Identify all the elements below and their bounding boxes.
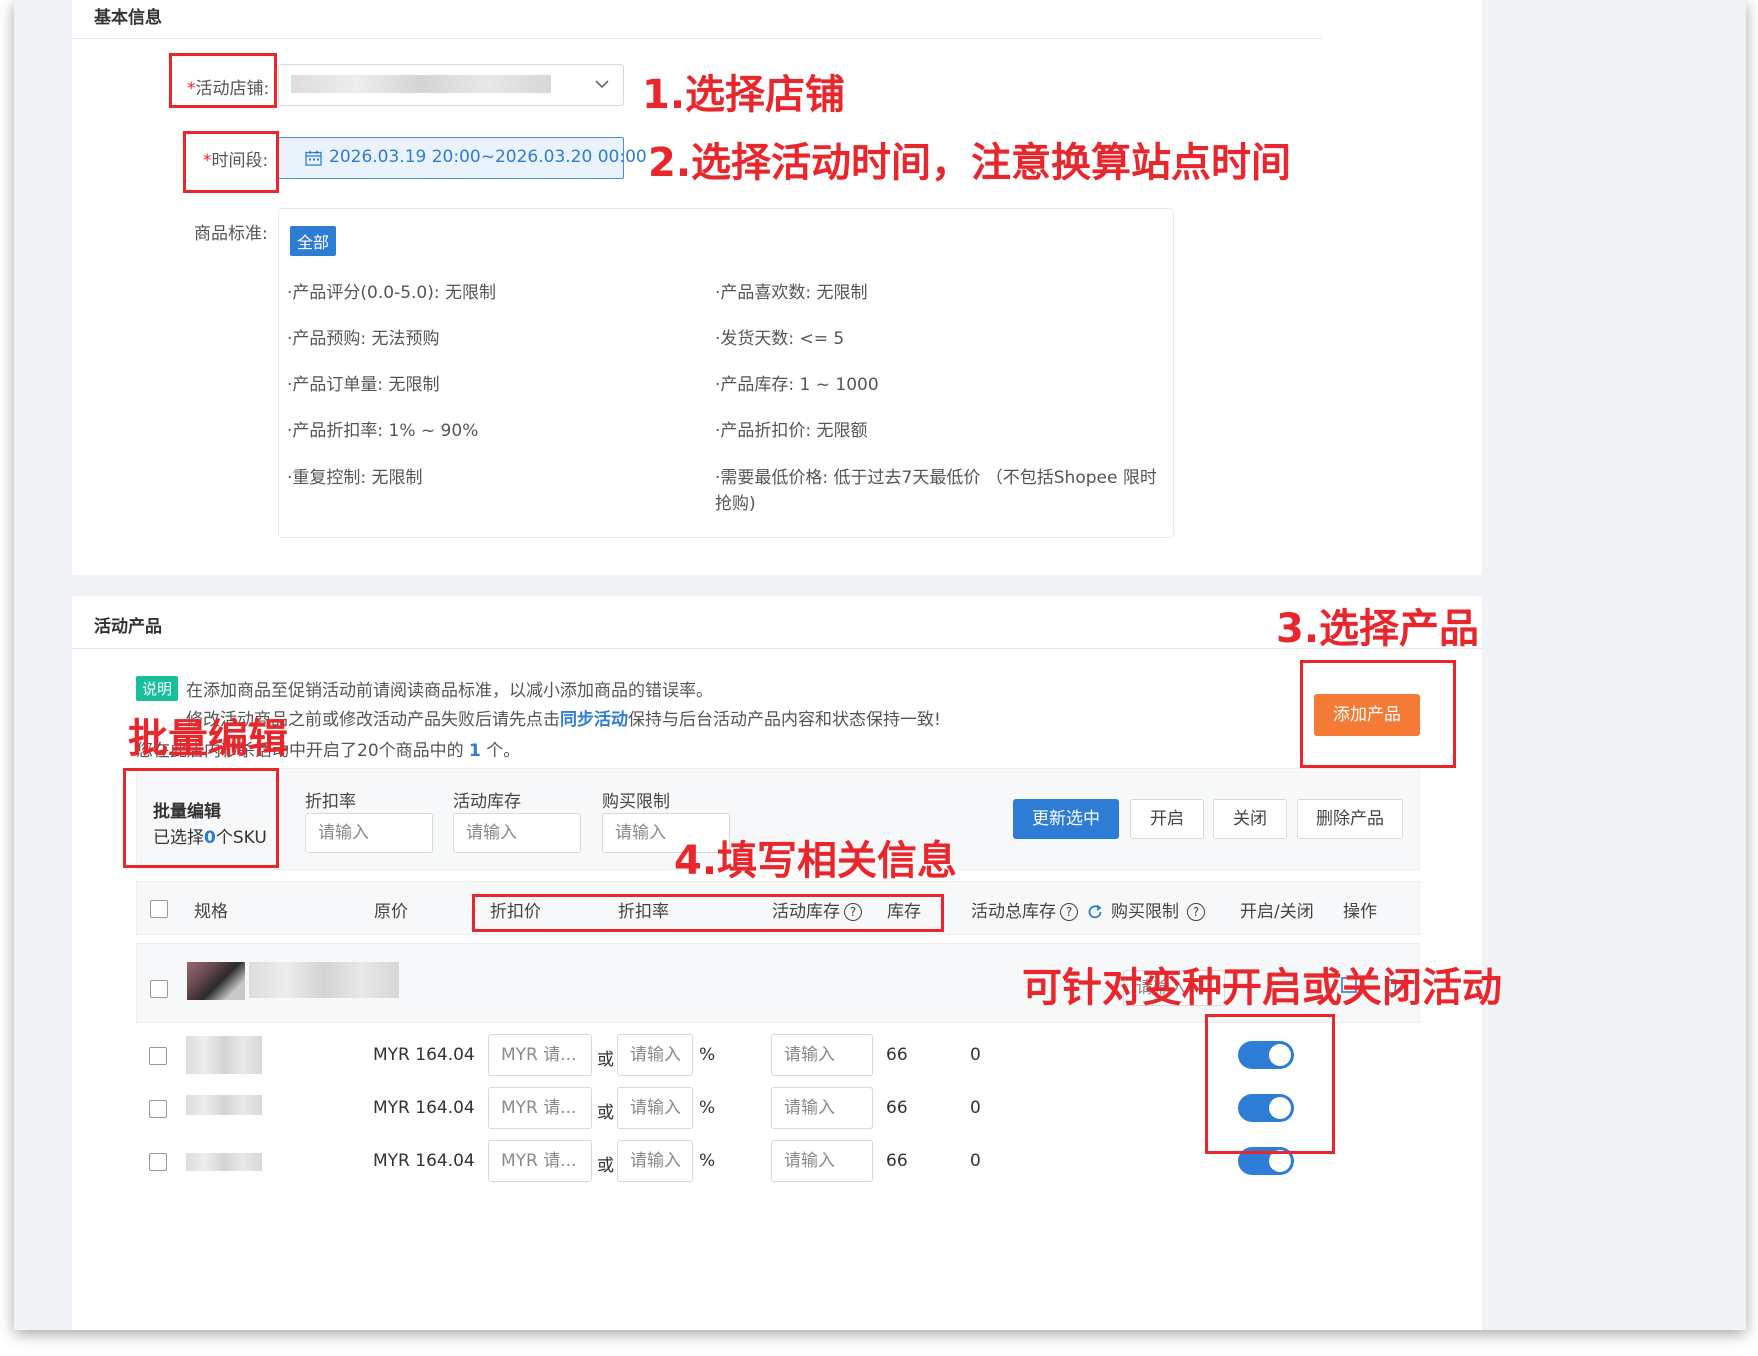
annotation-step2: 2.选择活动时间，注意换算站点时间: [648, 140, 1292, 186]
total-stock-value: 0: [970, 1045, 981, 1065]
variant-name-blurred: [186, 1036, 262, 1074]
divider: [72, 38, 1322, 39]
variant-name-blurred: [186, 1095, 262, 1115]
product-checkbox[interactable]: [150, 980, 168, 998]
th-price: 原价: [374, 902, 408, 922]
percent-text: %: [699, 1098, 716, 1118]
annotation-variant: 可针对变种开启或关闭活动: [1022, 965, 1502, 1011]
annotation-step1: 1.选择店铺: [642, 72, 846, 118]
screenshot-frame: 基本信息 *活动店铺: *时间段: 2026.03.19 20:00~2026.…: [14, 0, 1746, 1330]
standard-tag-all[interactable]: 全部: [290, 226, 337, 256]
stock-value: 66: [886, 1098, 908, 1118]
shop-name-blurred: [291, 75, 551, 93]
shop-select[interactable]: [278, 64, 624, 106]
refresh-icon[interactable]: [1087, 904, 1103, 920]
note-line-2: 修改活动商品之前或修改活动产品失败后请先点击同步活动保持与后台活动产品内容和状态…: [186, 710, 941, 730]
note-line-1: 在添加商品至促销活动前请阅读商品标准，以减小添加商品的错误率。: [186, 681, 713, 701]
date-range-value: 2026.03.19 20:00~2026.03.20 00:00: [329, 147, 647, 167]
rule-left-2: ·产品预购: 无法预购: [287, 329, 440, 349]
batch-limit-label: 购买限制: [602, 792, 670, 812]
annotation-batch-edit: 批量编辑: [128, 716, 288, 762]
th-toggle: 开启/关闭: [1240, 902, 1314, 922]
annotation-step4: 4.填写相关信息: [674, 838, 958, 884]
sync-activity-link[interactable]: 同步活动: [560, 710, 628, 730]
rule-left-4: ·产品折扣率: 1% ~ 90%: [287, 421, 479, 441]
rule-right-1: ·产品喜欢数: 无限制: [715, 283, 868, 303]
th-actions: 操作: [1343, 902, 1377, 922]
help-icon[interactable]: ?: [1187, 903, 1205, 921]
activity-stock-input[interactable]: 请输入: [771, 1034, 873, 1076]
original-price: MYR 164.04: [373, 1098, 475, 1118]
rule-left-1: ·产品评分(0.0-5.0): 无限制: [287, 283, 497, 303]
discount-price-input[interactable]: MYR 请...: [488, 1087, 592, 1129]
discount-rate-input[interactable]: 请输入: [617, 1034, 693, 1076]
or-text: 或: [597, 1050, 614, 1070]
percent-text: %: [699, 1045, 716, 1065]
help-icon[interactable]: ?: [1060, 903, 1078, 921]
activity-stock-input[interactable]: 请输入: [771, 1087, 873, 1129]
annotation-step3: 3.选择产品: [1276, 606, 1480, 652]
variant-name-blurred: [186, 1153, 262, 1171]
or-text: 或: [597, 1156, 614, 1176]
product-thumbnail: [187, 962, 245, 1000]
annotation-box-batch: [123, 768, 279, 868]
th-spec: 规格: [194, 902, 228, 922]
rule-right-4: ·产品折扣价: 无限额: [715, 421, 868, 441]
annotation-box-shop: [169, 53, 277, 108]
section-title-basic: 基本信息: [94, 8, 162, 28]
disable-button[interactable]: 关闭: [1213, 799, 1287, 839]
annotation-box-add-product: [1300, 660, 1456, 768]
annotation-box-toggles: [1205, 1014, 1335, 1154]
activity-stock-input[interactable]: 请输入: [771, 1140, 873, 1182]
rule-right-5-cont: 抢购): [715, 494, 756, 514]
th-purchase-limit: 购买限制?: [1111, 897, 1205, 922]
th-total-stock: 活动总库存?: [971, 897, 1103, 922]
standard-box: 全部 ·产品评分(0.0-5.0): 无限制 ·产品预购: 无法预购 ·产品订单…: [278, 208, 1174, 538]
original-price: MYR 164.04: [373, 1045, 475, 1065]
note-tag: 说明: [136, 676, 179, 701]
rule-right-2: ·发货天数: <= 5: [715, 329, 845, 349]
total-stock-value: 0: [970, 1151, 981, 1171]
stock-value: 66: [886, 1045, 908, 1065]
select-all-checkbox[interactable]: [150, 900, 168, 918]
or-text: 或: [597, 1103, 614, 1123]
discount-price-input[interactable]: MYR 请...: [488, 1034, 592, 1076]
standard-label: 商品标准:: [194, 224, 268, 244]
total-stock-value: 0: [970, 1098, 981, 1118]
divider: [72, 648, 1482, 649]
annotation-box-columns: [472, 894, 944, 932]
section-title-products: 活动产品: [94, 617, 162, 637]
stock-value: 66: [886, 1151, 908, 1171]
calendar-icon: [305, 150, 322, 166]
delete-product-button[interactable]: 删除产品: [1297, 799, 1403, 839]
variant-checkbox[interactable]: [149, 1047, 167, 1065]
product-name-blurred: [249, 962, 399, 998]
batch-discount-input[interactable]: 请输入: [305, 813, 433, 853]
date-range-picker[interactable]: 2026.03.19 20:00~2026.03.20 00:00: [278, 137, 647, 179]
variant-checkbox[interactable]: [149, 1153, 167, 1171]
variant-checkbox[interactable]: [149, 1100, 167, 1118]
enable-button[interactable]: 开启: [1130, 799, 1204, 839]
discount-price-input[interactable]: MYR 请...: [488, 1140, 592, 1182]
original-price: MYR 164.04: [373, 1151, 475, 1171]
rule-right-5: ·需要最低价格: 低于过去7天最低价 （不包括Shopee 限时: [715, 468, 1157, 488]
rule-left-3: ·产品订单量: 无限制: [287, 375, 440, 395]
batch-stock-label: 活动库存: [453, 792, 521, 812]
update-selected-button[interactable]: 更新选中: [1013, 799, 1119, 839]
discount-rate-input[interactable]: 请输入: [617, 1087, 693, 1129]
rule-right-3: ·产品库存: 1 ~ 1000: [715, 375, 879, 395]
chevron-down-icon: [595, 80, 609, 89]
discount-rate-input[interactable]: 请输入: [617, 1140, 693, 1182]
batch-discount-label: 折扣率: [305, 792, 356, 812]
percent-text: %: [699, 1151, 716, 1171]
annotation-box-period: [183, 131, 279, 193]
rule-left-5: ·重复控制: 无限制: [287, 468, 423, 488]
batch-stock-input[interactable]: 请输入: [453, 813, 581, 853]
